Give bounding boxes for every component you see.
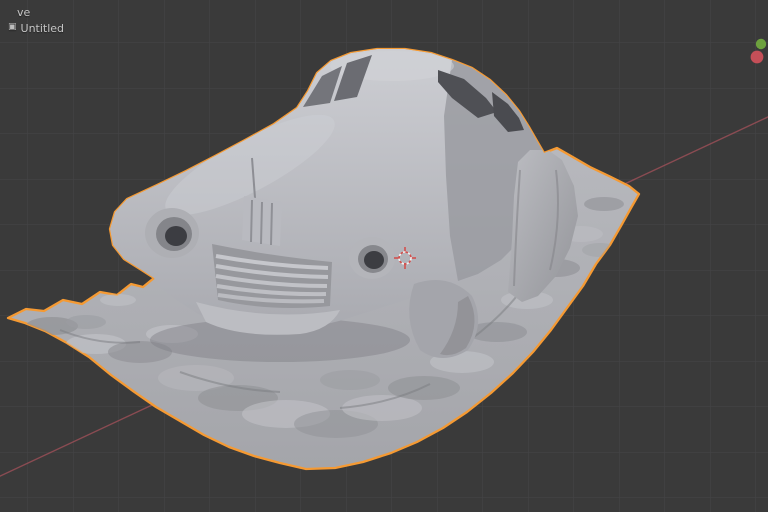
headlight-right (349, 237, 395, 279)
viewport-canvas[interactable] (0, 0, 768, 512)
blender-3d-viewport[interactable]: ve ▣ Untitled (0, 0, 768, 512)
headlight-left (145, 208, 199, 258)
gizmo-axis-x-ball[interactable] (750, 50, 764, 64)
gizmo-axis-y-ball[interactable] (755, 38, 767, 50)
